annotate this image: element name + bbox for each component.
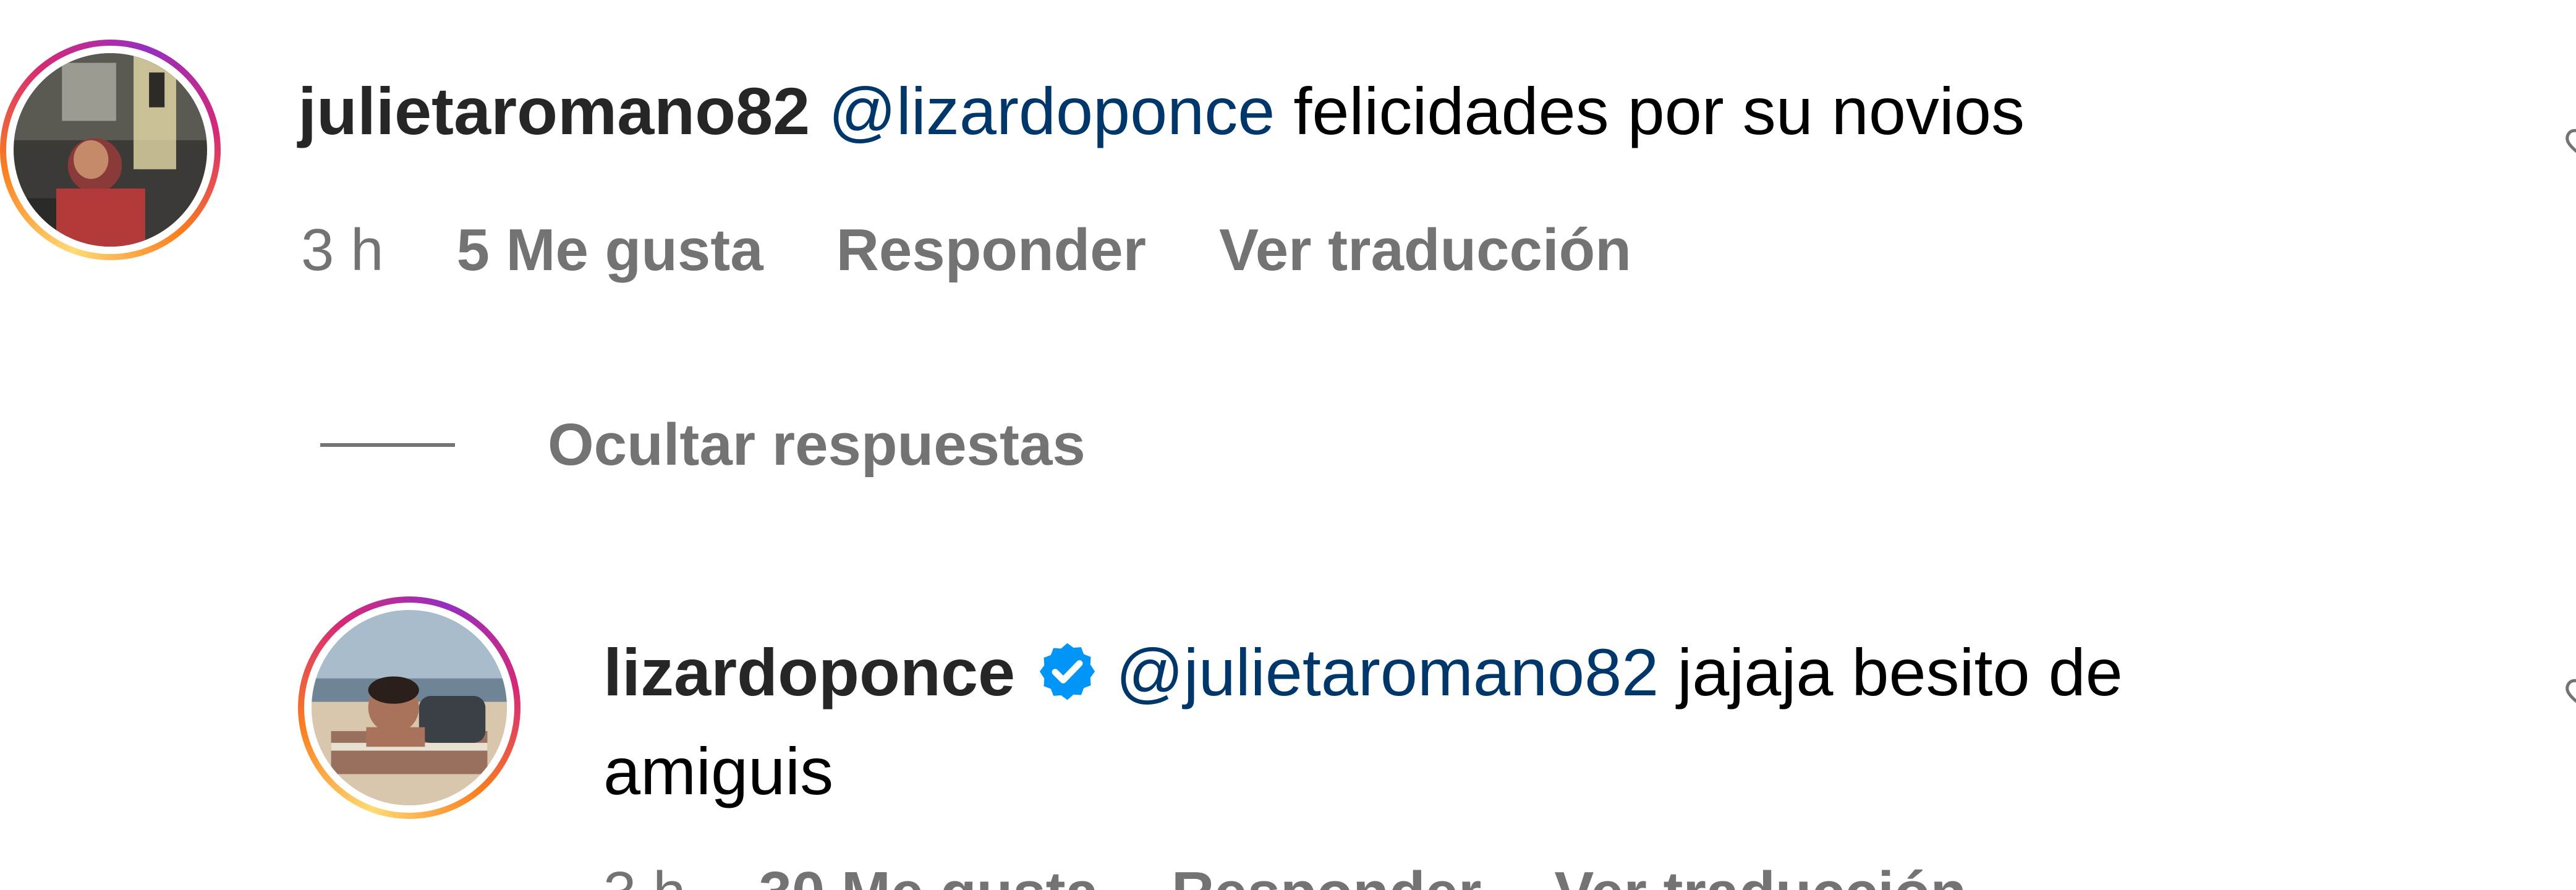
heart-outline-icon[interactable] bbox=[2564, 124, 2576, 161]
comments-panel: julietaromano82 @lizardoponce felicidade… bbox=[0, 0, 2576, 890]
reply-button[interactable]: Responder bbox=[836, 210, 1146, 290]
heart-outline-icon[interactable] bbox=[2564, 674, 2576, 711]
avatar-photo bbox=[312, 610, 507, 805]
verified-badge-icon bbox=[1035, 639, 1100, 704]
reply-text: lizardoponce @julietaromano82 jajaja bes… bbox=[603, 623, 2123, 722]
reply-body-line1: jajaja besito de bbox=[1659, 635, 2123, 710]
comment-username[interactable]: julietaromano82 bbox=[298, 74, 810, 148]
reply-body-line2: amiguis bbox=[603, 734, 834, 808]
reply-meta: 3 h 30 Me gusta Responder Ver traducción bbox=[603, 853, 1966, 890]
reply-likes-count[interactable]: 30 Me gusta bbox=[759, 853, 1099, 890]
avatar-lizardoponce[interactable] bbox=[298, 596, 521, 819]
avatar-julietaromano82[interactable] bbox=[0, 40, 221, 260]
hide-replies-label: Ocultar respuestas bbox=[548, 412, 1086, 478]
comment-likes-count[interactable]: 5 Me gusta bbox=[456, 210, 763, 290]
comment-mention[interactable]: @lizardoponce bbox=[828, 74, 1275, 148]
reply-timestamp[interactable]: 3 h bbox=[603, 853, 686, 890]
avatar-photo-graphic bbox=[14, 53, 207, 247]
comment-meta: 3 h 5 Me gusta Responder Ver traducción bbox=[301, 210, 1631, 290]
reply-mention[interactable]: @julietaromano82 bbox=[1116, 635, 1659, 710]
see-translation-button[interactable]: Ver traducción bbox=[1219, 210, 1631, 290]
see-translation-button[interactable]: Ver traducción bbox=[1554, 853, 1966, 890]
reply-button[interactable]: Responder bbox=[1171, 853, 1481, 890]
comment-body: felicidades por su novios bbox=[1275, 74, 2025, 148]
avatar-photo-graphic bbox=[312, 610, 507, 805]
reply-username[interactable]: lizardoponce bbox=[603, 635, 1015, 710]
reply-text-continued: amiguis bbox=[603, 722, 833, 821]
hide-replies-button[interactable]: Ocultar respuestas bbox=[320, 405, 1086, 485]
comment-text: julietaromano82 @lizardoponce felicidade… bbox=[298, 62, 2025, 161]
avatar-photo bbox=[14, 53, 207, 247]
replies-divider-line bbox=[320, 443, 455, 447]
comment-timestamp[interactable]: 3 h bbox=[301, 210, 383, 290]
